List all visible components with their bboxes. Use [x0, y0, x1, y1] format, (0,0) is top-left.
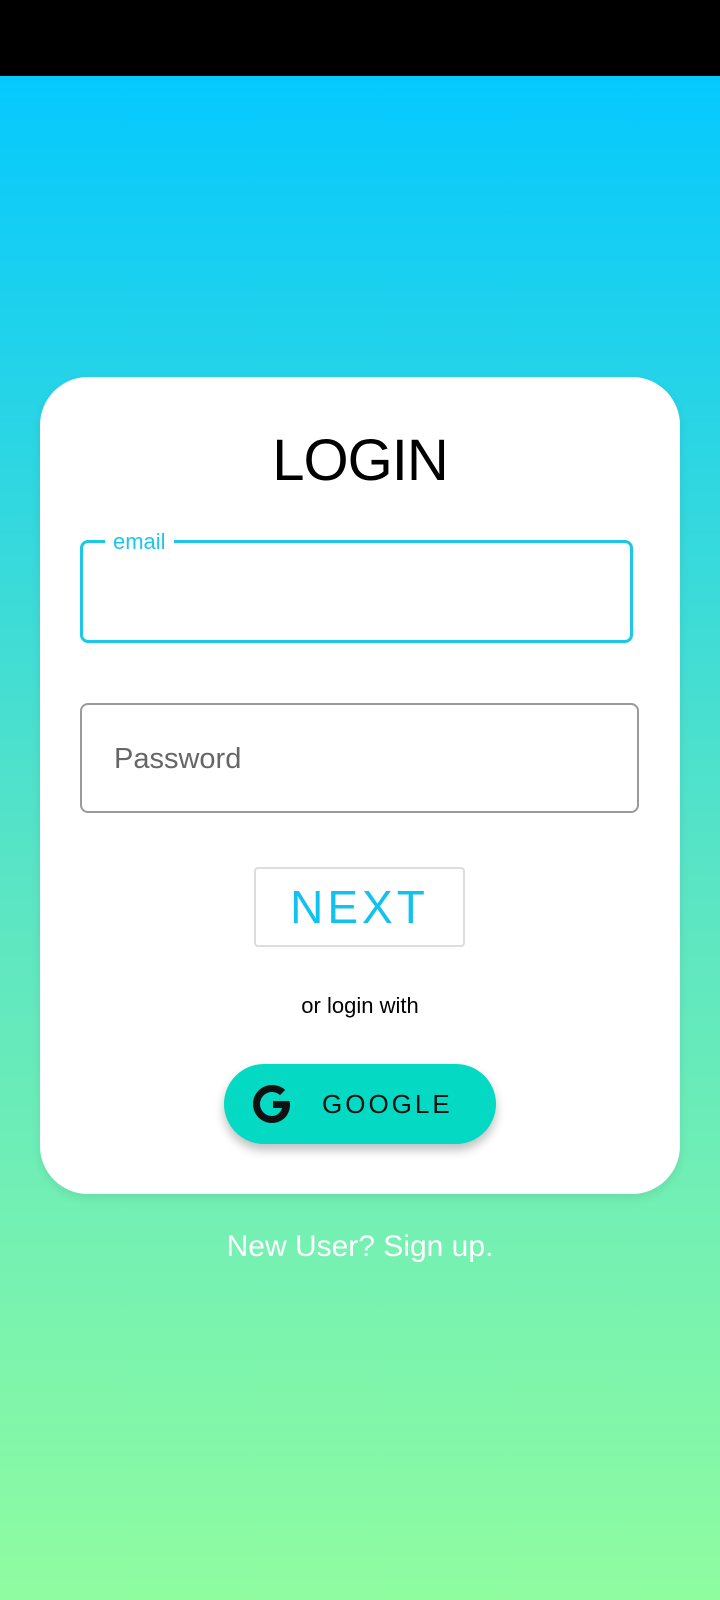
google-g-icon [253, 1085, 290, 1123]
google-login-button[interactable]: GOOGLE [224, 1064, 496, 1144]
email-label: email [105, 530, 174, 554]
status-bar [0, 0, 720, 76]
password-field[interactable] [80, 703, 639, 813]
email-field[interactable]: email [80, 530, 633, 643]
email-input[interactable] [111, 573, 605, 615]
password-input[interactable] [112, 738, 606, 780]
login-card: LOGIN email NEXT or login with GOOGLE [40, 377, 680, 1194]
signup-link[interactable]: New User? Sign up. [0, 1230, 720, 1264]
page-title: LOGIN [272, 428, 449, 493]
google-button-label: GOOGLE [322, 1089, 453, 1119]
or-login-with-text: or login with [301, 993, 419, 1018]
next-button[interactable]: NEXT [254, 867, 465, 947]
